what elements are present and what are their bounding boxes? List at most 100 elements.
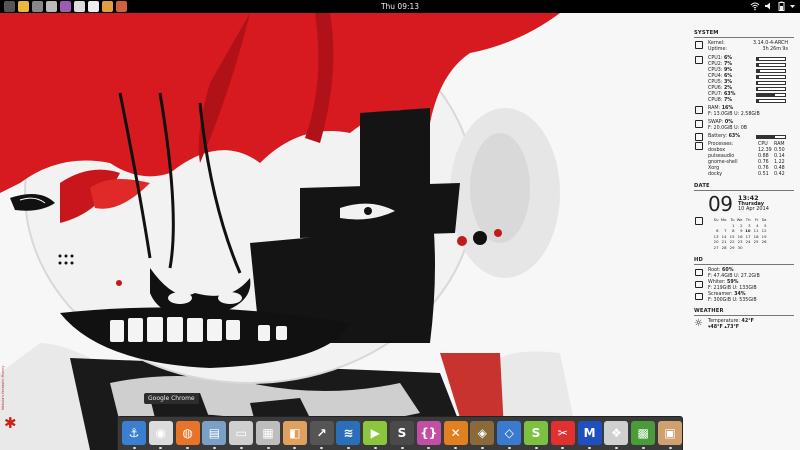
dosbox-icon[interactable]: ◈ (470, 421, 495, 445)
cpu-bar-fill (757, 70, 760, 72)
image-icon[interactable]: ▣ (658, 421, 682, 445)
m-icon[interactable]: M (577, 421, 602, 445)
swap-detail-row: F: 20.0GiB U: 0B (694, 126, 794, 132)
ram-detail: F: 13.0GiB U: 2.58GiB (708, 112, 760, 117)
dosbox-icon-glyph: ◈ (477, 426, 487, 440)
drive-percent: 34% (734, 292, 746, 297)
drive-name: Root: (708, 268, 721, 273)
steam-icon-glyph: ↗ (316, 426, 327, 440)
running-indicator (293, 447, 297, 449)
drive-name: Screamer: (708, 292, 733, 297)
uptime-value: 3h 26m 9s (762, 47, 788, 52)
cpu-bar-fill (757, 88, 758, 90)
running-indicator (614, 447, 618, 449)
temp-low: 48°F (710, 325, 723, 330)
minecraft-icon[interactable]: ▩ (631, 421, 656, 445)
scanner-icon[interactable]: ▤ (202, 421, 227, 445)
cpu-label-text: CPU3: (708, 68, 723, 73)
battery-label: Battery: 63% (708, 134, 740, 140)
chrome-icon[interactable]: ◉ (148, 421, 173, 445)
process-cpu: 0.51 (758, 172, 769, 177)
ram-detail-row: F: 13.0GiB U: 2.58GiB (694, 112, 794, 118)
section-divider (694, 264, 794, 265)
play-icon[interactable]: ▶ (363, 421, 388, 445)
running-indicator (480, 447, 484, 449)
process-name: docky (708, 172, 723, 177)
firefox-icon[interactable]: ◍ (175, 421, 200, 445)
ide-icon-glyph: {} (420, 426, 438, 440)
weather-block: ☼ Temperature: 42°F ▾48°F ▴73°F (694, 319, 794, 333)
running-indicator (212, 447, 216, 449)
windows-icon[interactable]: ❖ (604, 421, 629, 445)
cpu-label-text: CPU2: (708, 62, 723, 67)
scanner-icon-glyph: ▤ (208, 426, 221, 440)
running-indicator (534, 447, 538, 449)
running-indicator (159, 447, 163, 449)
calculator-icon-glyph: ▦ (262, 426, 274, 440)
running-indicator (239, 447, 243, 449)
cpu-value: 7% (723, 62, 733, 67)
running-indicator (320, 447, 324, 449)
date-details: 13:42 Thursday 10 Apr 2014 (738, 195, 769, 213)
top-panel: Thu 09:13 (0, 0, 800, 13)
drive-percent: 60% (722, 268, 734, 273)
date-block: 09 13:42 Thursday 10 Apr 2014 (694, 194, 794, 217)
battery-bar (756, 135, 786, 139)
cpu-list: CPU1: 6% CPU2: 7% CPU3: 9% CPU4: 6% CPU5: 3%… (694, 56, 794, 104)
dock: ⚓ ◉ ◍ ▤ ▭ ▦ ◧ ↗ ≋ ▶ S {} ✕ ◈ ◇ S ✂ M ❖ ▩ ▣ (117, 416, 683, 450)
volume-icon[interactable] (764, 1, 774, 12)
calendar-weekday: We (736, 217, 743, 222)
network-manager-icon[interactable]: ◇ (497, 421, 522, 445)
desktop-logo-icon: ✱ (4, 414, 17, 432)
running-indicator (561, 447, 565, 449)
cpu-bar-fill (757, 64, 759, 66)
full-date: 10 Apr 2014 (738, 206, 769, 212)
cpu-block: CPU1: 6% CPU2: 7% CPU3: 9% CPU4: 6% CPU5: 3%… (694, 56, 794, 104)
running-indicator (454, 447, 458, 449)
running-indicator (373, 447, 377, 449)
steam-icon[interactable]: ↗ (309, 421, 334, 445)
ide-icon[interactable]: {} (416, 421, 441, 445)
scissors-icon[interactable]: ✂ (550, 421, 575, 445)
skype-icon[interactable]: S (524, 421, 548, 445)
virtualbox-icon[interactable]: ◧ (282, 421, 307, 445)
files-icon[interactable]: ▭ (229, 421, 254, 445)
battery-bar-fill (757, 136, 775, 138)
running-indicator (507, 447, 511, 449)
running-indicator (400, 447, 404, 449)
wallpaper-caption: Nebula's fantastic Munny (1, 365, 5, 410)
cpu-bar (756, 99, 786, 103)
calendar-day (751, 245, 759, 251)
drive-entry: Whiter: 59% F: 219GiB U: 133GiB (694, 280, 794, 292)
sublime-icon[interactable]: S (390, 421, 414, 445)
battery-icon[interactable] (778, 1, 785, 12)
temp-high: 73°F (726, 325, 740, 330)
calendar-day (743, 245, 751, 251)
drive-percent: 59% (726, 280, 739, 285)
system-section-title: SYSTEM (694, 30, 719, 36)
files-icon-glyph: ▭ (235, 426, 247, 440)
anchor-icon[interactable]: ⚓ (122, 421, 146, 445)
calculator-icon[interactable]: ▦ (256, 421, 280, 445)
panel-clock[interactable]: Thu 09:13 (0, 2, 800, 11)
sublime-icon-glyph: S (397, 426, 407, 440)
xchat-icon[interactable]: ✕ (443, 421, 468, 445)
calendar: Su Mo Tu We Th Fr Sa 1 2 3 4 5 6 7 8 9 10 11 12 13 14 15 16 17 1… (711, 217, 767, 251)
cpu-label-text: CPU6: (708, 86, 723, 91)
anchor-icon-glyph: ⚓ (128, 426, 140, 440)
drive-entry: Root: 60% F: 47.4GiB U: 27.2GiB (694, 268, 794, 280)
running-indicator (427, 447, 431, 449)
calendar-block: Su Mo Tu We Th Fr Sa 1 2 3 4 5 6 7 8 9 10 11 12 13 14 15 16 17 1… (694, 217, 794, 253)
running-indicator (641, 447, 645, 449)
cpu-bar-fill (757, 94, 775, 96)
cpu-bar (756, 93, 786, 97)
network-icon-glyph: ≋ (343, 426, 354, 440)
battery-status-icon (695, 133, 703, 141)
menu-arrow-icon[interactable] (789, 1, 796, 12)
temperature-value: 42°F (741, 319, 754, 324)
desktop-wallpaper (0, 13, 800, 450)
calendar-weekday: Mo (720, 217, 727, 222)
wifi-icon[interactable] (750, 1, 760, 12)
section-divider (694, 315, 794, 316)
network-icon[interactable]: ≋ (336, 421, 361, 445)
